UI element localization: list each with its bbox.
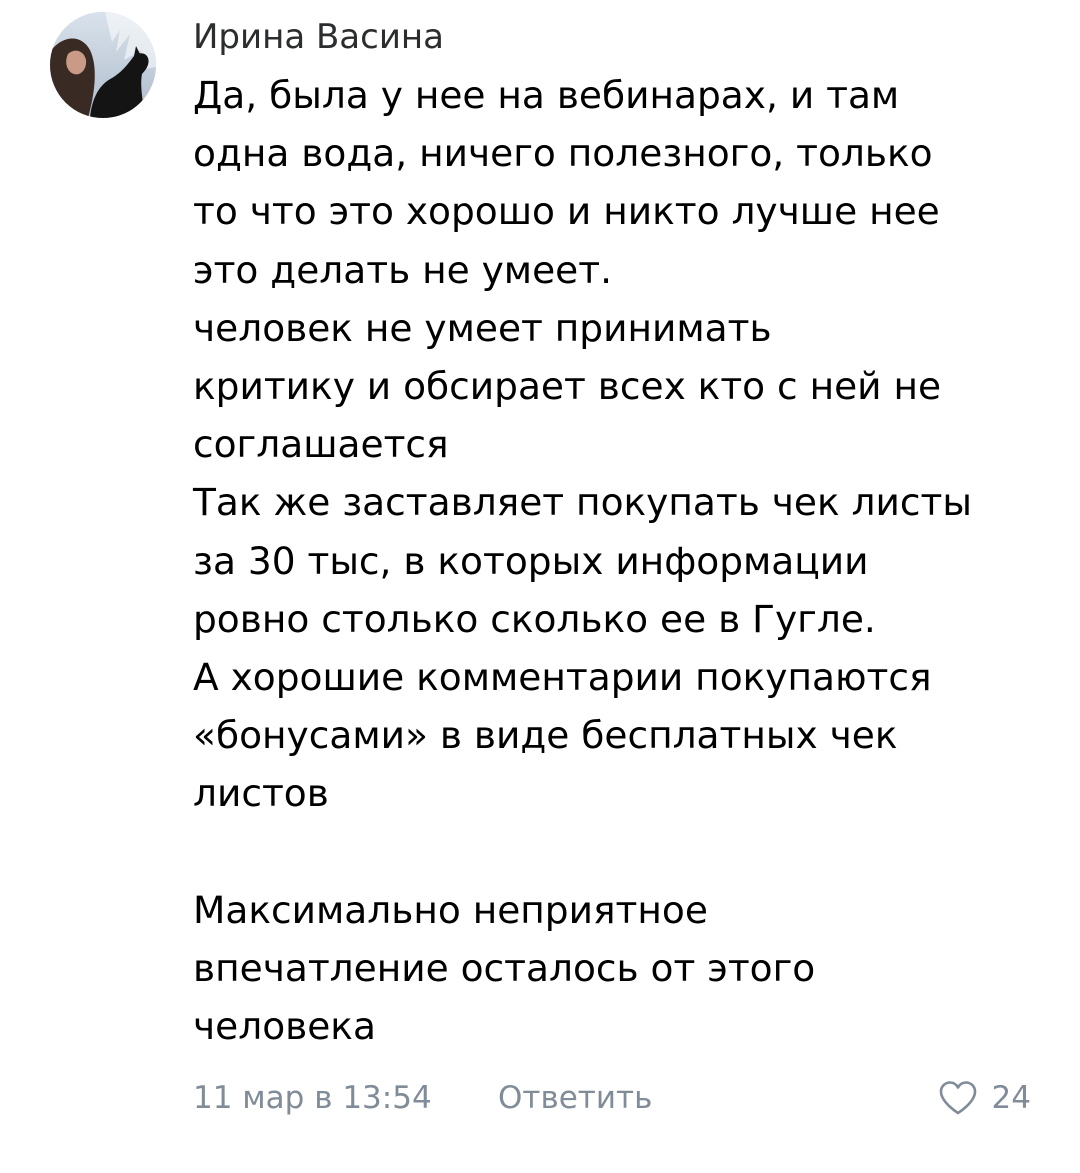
comment-text-line: человек не умеет принимать	[193, 305, 772, 350]
author-name[interactable]: Ирина Васина	[193, 14, 444, 60]
reply-button[interactable]: Ответить	[498, 1074, 652, 1122]
comment-text-line: Так же заставляет покупать чек листы	[193, 480, 972, 525]
author-avatar[interactable]	[50, 12, 156, 118]
comment-item: Ирина Васина Да, была у нее на вебинарах…	[0, 0, 1080, 1173]
like-button[interactable]: 24	[938, 1074, 1031, 1122]
comment-text-line: одна вода, ничего полезного, только	[193, 131, 933, 176]
comment-footer: 11 мар в 13:54 Ответить 24	[193, 1074, 1043, 1122]
comment-text-line: впечатление осталось от этого	[193, 945, 816, 990]
comment-text-line: это делать не умеет.	[193, 247, 613, 292]
comment-text-line: человека	[193, 1004, 376, 1048]
avatar-image	[50, 12, 156, 118]
heart-icon	[939, 1081, 976, 1115]
comment-text-line: за 30 тыс, в которых информации	[193, 538, 869, 583]
comment-text-line: Да, была у нее на вебинарах, и там	[193, 73, 900, 117]
comment-text-line	[193, 822, 1053, 880]
comment-text-line: то что это хорошо и никто лучше нее	[193, 189, 940, 234]
comment-text-line: критику и обсирает всех кто с ней не	[193, 363, 942, 408]
comment-text-line: листов	[193, 771, 329, 816]
comment-text-line: соглашается	[193, 422, 449, 467]
like-count: 24	[991, 1080, 1031, 1116]
comment-text-line: А хорошие комментарии покупаются	[193, 654, 932, 699]
comment-text-line: «бонусами» в виде бесплатных чек	[193, 713, 898, 758]
comment-date: 11 мар в 13:54	[193, 1080, 432, 1116]
comment-text-line: Максимально неприятное	[193, 887, 708, 932]
comment-text: Да, была у нее на вебинарах, и там одна …	[193, 66, 1053, 1055]
comment-text-line: ровно столько сколько ее в Гугле.	[193, 596, 876, 641]
